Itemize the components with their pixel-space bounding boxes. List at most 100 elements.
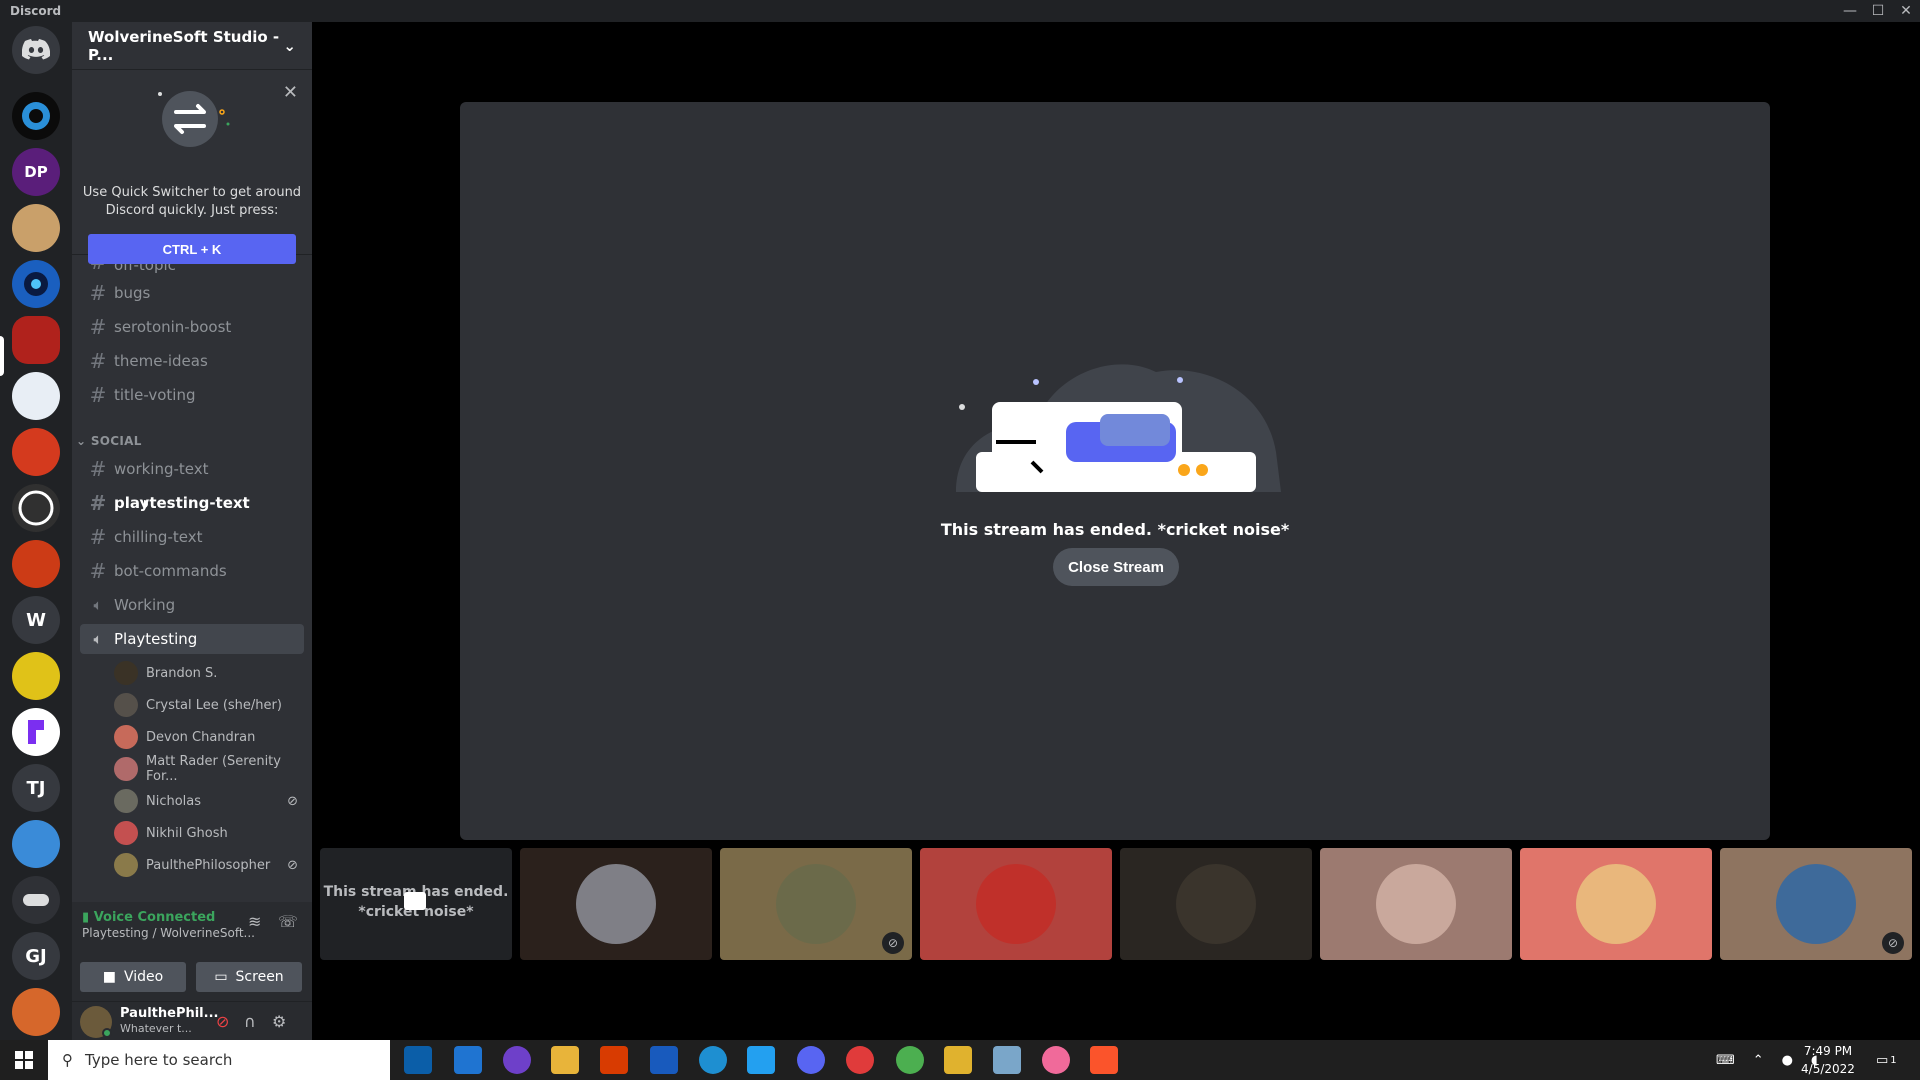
noise-suppression-icon[interactable]: ≋ — [248, 912, 261, 931]
chevron-up-icon[interactable]: ⌃ — [1753, 1053, 1764, 1068]
voice-user[interactable]: PaulthePhilosopher ⊘ — [114, 852, 304, 878]
voice-channel-path[interactable]: Playtesting / WolverineSoft... — [82, 926, 255, 940]
taskbar-app-icon[interactable] — [797, 1046, 825, 1074]
guild-header[interactable]: WolverineSoft Studio - P... ⌄ — [72, 22, 312, 70]
windows-logo-icon — [15, 1051, 33, 1069]
online-status-icon — [102, 1028, 112, 1038]
server-icon[interactable] — [12, 876, 60, 924]
server-icon[interactable] — [12, 260, 60, 308]
taskbar-app-icon[interactable] — [944, 1046, 972, 1074]
channel-label: title-voting — [114, 386, 196, 404]
server-icon[interactable] — [12, 204, 60, 252]
server-icon[interactable]: W — [12, 596, 60, 644]
voice-user[interactable]: Nicholas ⊘ — [114, 788, 304, 814]
participant-tile[interactable]: ⊘ — [720, 848, 912, 960]
notifications-button[interactable]: ▭ 1 — [1876, 1040, 1897, 1080]
channel-item[interactable]: # theme-ideas — [80, 346, 304, 376]
voice-user-name: Matt Rader (Serenity For... — [146, 754, 281, 784]
channel-item[interactable]: # serotonin-boost — [80, 312, 304, 342]
server-icon[interactable] — [12, 540, 60, 588]
video-button[interactable]: ■ Video — [80, 962, 186, 992]
voice-user[interactable]: Crystal Lee (she/her) — [114, 692, 304, 718]
keyboard-icon[interactable]: ⌨ — [1716, 1053, 1735, 1068]
quick-switcher-tip: ✕ Use Quick Switcher to get around Disco… — [72, 70, 312, 264]
taskbar-app-icon[interactable] — [650, 1046, 678, 1074]
channel-item[interactable]: # bot-commands — [80, 556, 304, 586]
channel-item[interactable]: # bugs — [80, 278, 304, 308]
taskbar-app-icon[interactable] — [1090, 1046, 1118, 1074]
server-icon[interactable] — [12, 988, 60, 1036]
taskbar-search[interactable]: ⚲ Type here to search — [48, 1040, 390, 1080]
taskbar-app-icon[interactable] — [1042, 1046, 1070, 1074]
start-button[interactable] — [0, 1040, 48, 1080]
taskbar-app-icon[interactable] — [454, 1046, 482, 1074]
avatar — [576, 864, 656, 944]
taskbar-app-icon[interactable] — [551, 1046, 579, 1074]
close-icon[interactable]: ✕ — [283, 82, 298, 103]
home-button[interactable] — [12, 26, 60, 74]
avatar — [1376, 864, 1456, 944]
close-stream-button[interactable]: Close Stream — [1053, 548, 1179, 586]
participant-tile[interactable] — [520, 848, 712, 960]
taskbar-app-icon[interactable] — [699, 1046, 727, 1074]
disconnect-icon[interactable]: ☏ — [278, 912, 298, 931]
headphones-icon[interactable]: ∩ — [244, 1012, 256, 1031]
channel-item[interactable]: # chilling-text — [80, 522, 304, 552]
server-icon[interactable]: GJ — [12, 932, 60, 980]
maximize-button[interactable]: ☐ — [1864, 0, 1892, 22]
hash-icon: # — [89, 383, 107, 407]
participant-tile[interactable]: ⊘ — [1720, 848, 1912, 960]
server-icon[interactable]: TJ — [12, 764, 60, 812]
avatar — [976, 864, 1056, 944]
camera-icon: ■ — [102, 969, 116, 985]
server-icon[interactable] — [12, 652, 60, 700]
clock[interactable]: 7:49 PM 4/5/2022 — [1798, 1042, 1858, 1078]
stream-tile[interactable]: This stream has ended. *cricket noise* — [320, 848, 512, 960]
participant-tile[interactable] — [920, 848, 1112, 960]
minimize-button[interactable]: — — [1836, 0, 1864, 22]
server-icon[interactable]: DP — [12, 148, 60, 196]
server-icon[interactable] — [12, 820, 60, 868]
microphone-icon[interactable]: ● — [1782, 1053, 1793, 1068]
participant-tile[interactable] — [1120, 848, 1312, 960]
server-icon[interactable] — [12, 316, 60, 364]
taskbar-app-icon[interactable] — [600, 1046, 628, 1074]
clock-date: 4/5/2022 — [1801, 1062, 1855, 1076]
hash-icon: # — [89, 559, 107, 583]
voice-channel-item[interactable]: 🔈︎ Working — [80, 590, 304, 620]
taskbar-app-icon[interactable] — [404, 1046, 432, 1074]
server-icon[interactable] — [12, 92, 60, 140]
channel-item[interactable]: # working-text — [80, 454, 304, 484]
voice-user-name: Crystal Lee (she/her) — [146, 697, 282, 713]
shortcut-button[interactable]: CTRL + K — [88, 234, 296, 264]
voice-user[interactable]: Nikhil Ghosh — [114, 820, 304, 846]
server-icon[interactable] — [12, 428, 60, 476]
voice-user[interactable]: Brandon S. — [114, 660, 304, 686]
channel-item[interactable]: # title-voting — [80, 380, 304, 410]
participant-tile[interactable] — [1520, 848, 1712, 960]
server-icon[interactable] — [12, 372, 60, 420]
voice-user[interactable]: Devon Chandran — [114, 724, 304, 750]
clock-time: 7:49 PM — [1803, 1044, 1853, 1058]
search-placeholder: Type here to search — [85, 1051, 233, 1069]
channel-label: Playtesting — [114, 630, 198, 648]
taskbar-app-icon[interactable] — [846, 1046, 874, 1074]
server-logo-icon — [22, 102, 50, 130]
server-icon[interactable] — [12, 484, 60, 532]
participant-tile[interactable] — [1320, 848, 1512, 960]
taskbar-app-icon[interactable] — [896, 1046, 924, 1074]
screen-icon: ▭ — [214, 969, 228, 985]
taskbar-app-icon[interactable] — [993, 1046, 1021, 1074]
voice-user[interactable]: Matt Rader (Serenity For... — [114, 754, 304, 784]
voice-channel-item[interactable]: 🔈︎ Playtesting — [80, 624, 304, 654]
gear-icon[interactable]: ⚙ — [272, 1012, 286, 1031]
category-social[interactable]: ⌄ SOCIAL — [76, 434, 142, 448]
screen-share-button[interactable]: ▭ Screen — [196, 962, 302, 992]
taskbar-app-icon[interactable] — [503, 1046, 531, 1074]
taskbar-app-icon[interactable] — [747, 1046, 775, 1074]
avatar — [114, 757, 138, 781]
server-icon[interactable] — [12, 708, 60, 756]
close-window-button[interactable]: ✕ — [1892, 0, 1920, 22]
channel-item[interactable]: # playtesting-text — [80, 488, 304, 518]
mic-muted-icon[interactable]: ⊘ — [216, 1012, 229, 1031]
